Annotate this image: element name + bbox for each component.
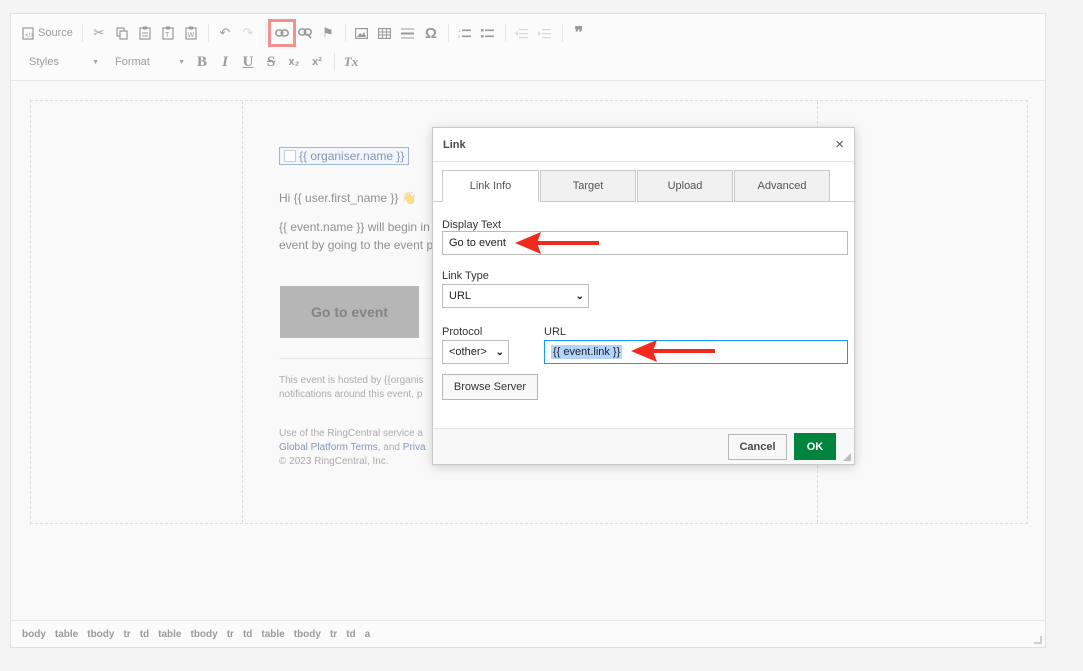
display-text-label: Display Text	[442, 219, 502, 231]
chevron-down-icon: ⌄	[575, 290, 584, 302]
link-type-select[interactable]: URL ⌄	[442, 284, 589, 308]
link-type-label: Link Type	[442, 270, 489, 282]
tab-upload[interactable]: Upload	[637, 170, 733, 202]
dialog-footer: Cancel OK	[433, 428, 854, 464]
link-dialog: Link × Link Info Target Upload Advanced …	[432, 127, 856, 465]
tab-divider	[433, 201, 442, 202]
url-label: URL	[544, 326, 567, 338]
cancel-button[interactable]: Cancel	[728, 434, 787, 460]
tab-target[interactable]: Target	[540, 170, 636, 202]
protocol-label: Protocol	[442, 326, 483, 338]
annotation-arrow-display-text	[515, 232, 599, 254]
browse-server-button[interactable]: Browse Server	[442, 374, 538, 400]
chevron-down-icon: ⌄	[495, 346, 504, 358]
url-value: {{ event.link }}	[551, 345, 623, 359]
display-text-input[interactable]: Go to event	[442, 231, 848, 255]
ok-button[interactable]: OK	[794, 433, 836, 460]
tab-advanced[interactable]: Advanced	[734, 170, 830, 202]
display-text-value: Go to event	[449, 237, 506, 249]
dialog-title: Link	[433, 128, 854, 162]
close-icon[interactable]: ×	[835, 137, 844, 152]
link-type-value: URL	[449, 290, 472, 302]
protocol-select[interactable]: <other> ⌄	[442, 340, 509, 364]
annotation-arrow-url	[631, 340, 715, 362]
tab-link-info[interactable]: Link Info	[442, 170, 539, 202]
tab-divider	[828, 201, 856, 202]
dialog-tabs: Link Info Target Upload Advanced	[442, 170, 831, 202]
protocol-value: <other>	[449, 346, 487, 358]
dialog-resize-handle[interactable]	[843, 453, 851, 461]
